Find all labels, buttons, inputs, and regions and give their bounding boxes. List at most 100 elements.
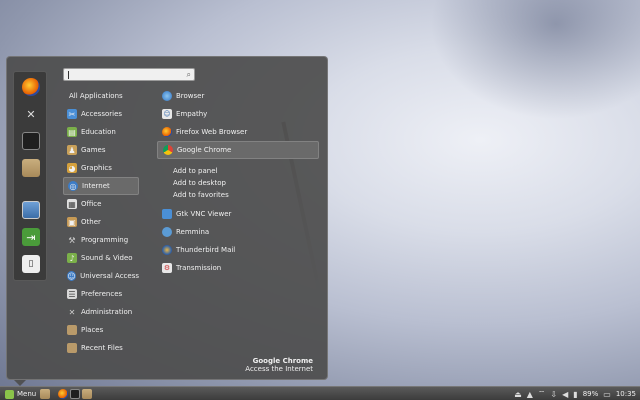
vnc-icon bbox=[162, 209, 172, 219]
internet-icon: ◎ bbox=[68, 181, 78, 191]
search-icon[interactable]: ⌕ bbox=[187, 70, 191, 80]
app-label: Remmina bbox=[176, 228, 210, 236]
category-label: Office bbox=[81, 200, 102, 208]
category-label: Universal Access bbox=[80, 272, 139, 280]
category-label: Other bbox=[81, 218, 101, 226]
recent-files-icon bbox=[67, 343, 77, 353]
selected-app-description: Access the Internet bbox=[245, 365, 313, 373]
user-icon[interactable]: ⏏ bbox=[514, 390, 522, 399]
add-to-desktop-button[interactable]: Add to desktop bbox=[157, 177, 319, 189]
category-education[interactable]: ▤ Education bbox=[63, 123, 139, 141]
app-label: Gtk VNC Viewer bbox=[176, 210, 232, 218]
category-graphics[interactable]: ◕ Graphics bbox=[63, 159, 139, 177]
category-label: Games bbox=[81, 146, 106, 154]
graphics-icon: ◕ bbox=[67, 163, 77, 173]
app-label: Firefox Web Browser bbox=[176, 128, 248, 136]
folder-icon[interactable] bbox=[22, 159, 40, 177]
category-label: Internet bbox=[82, 182, 110, 190]
app-gtk-vnc-viewer[interactable]: Gtk VNC Viewer bbox=[157, 205, 319, 223]
category-label: Recent Files bbox=[81, 344, 123, 352]
category-label: Graphics bbox=[81, 164, 112, 172]
preferences-icon: ☰ bbox=[67, 289, 77, 299]
category-other[interactable]: ▣ Other bbox=[63, 213, 139, 231]
folder-icon[interactable] bbox=[40, 389, 50, 399]
firefox-icon bbox=[162, 127, 172, 137]
bottom-panel: Menu ⏏ ▲ ⌔ ⇩ ◀ ▮ 89% ▭ 10:35 bbox=[0, 386, 640, 400]
office-icon: ▦ bbox=[67, 199, 77, 209]
text-cursor bbox=[68, 71, 69, 79]
category-places[interactable]: Places bbox=[63, 321, 139, 339]
battery-icon[interactable]: ▮ bbox=[573, 390, 577, 399]
other-icon: ▣ bbox=[67, 217, 77, 227]
category-administration[interactable]: ✕ Administration bbox=[63, 303, 139, 321]
universal-access-icon: ☺ bbox=[67, 271, 77, 281]
add-to-favorites-button[interactable]: Add to favorites bbox=[157, 189, 319, 201]
app-label: Google Chrome bbox=[177, 146, 232, 154]
app-browser[interactable]: Browser bbox=[157, 87, 319, 105]
app-label: Transmission bbox=[176, 264, 222, 272]
search-input[interactable]: ⌕ bbox=[63, 68, 195, 81]
remmina-icon bbox=[162, 227, 172, 237]
selected-app-info: Google Chrome Access the Internet bbox=[245, 357, 313, 373]
download-icon[interactable]: ⇩ bbox=[550, 390, 557, 399]
wallpaper-shade bbox=[430, 0, 640, 120]
category-label: Administration bbox=[81, 308, 133, 316]
tools-icon[interactable]: ✕ bbox=[22, 105, 40, 123]
lock-icon[interactable]: ▯ bbox=[22, 255, 40, 273]
battery-percent[interactable]: 89% bbox=[583, 390, 599, 398]
browser-icon bbox=[162, 91, 172, 101]
logout-icon[interactable]: ⇥ bbox=[22, 228, 40, 246]
category-label: Sound & Video bbox=[81, 254, 133, 262]
category-sound-video[interactable]: ♪ Sound & Video bbox=[63, 249, 139, 267]
mint-logo-icon bbox=[5, 389, 14, 399]
category-label: Preferences bbox=[81, 290, 123, 298]
add-to-panel-button[interactable]: Add to panel bbox=[157, 165, 319, 177]
notification-icon[interactable]: ▲ bbox=[527, 390, 533, 399]
administration-icon: ✕ bbox=[68, 307, 76, 317]
accessories-icon: ✂ bbox=[67, 109, 77, 119]
network-icon[interactable]: ⌔ bbox=[538, 389, 546, 399]
terminal-icon[interactable] bbox=[70, 389, 80, 399]
category-games[interactable]: ♟ Games bbox=[63, 141, 139, 159]
thunderbird-icon bbox=[162, 245, 172, 255]
category-recent-files[interactable]: Recent Files bbox=[63, 339, 139, 357]
app-remmina[interactable]: Remmina bbox=[157, 223, 319, 241]
application-list: Browser ☺ Empathy Firefox Web Browser Goo… bbox=[157, 87, 319, 277]
transmission-icon: ⚙ bbox=[162, 263, 172, 273]
folder-icon[interactable] bbox=[82, 389, 92, 399]
empathy-icon: ☺ bbox=[162, 109, 172, 119]
app-label: Empathy bbox=[176, 110, 208, 118]
volume-icon[interactable]: ◀ bbox=[562, 390, 568, 399]
category-universal-access[interactable]: ☺ Universal Access bbox=[63, 267, 139, 285]
display-icon[interactable]: ▭ bbox=[603, 390, 611, 399]
category-label: All Applications bbox=[69, 92, 123, 100]
menu-button-label: Menu bbox=[17, 390, 37, 398]
category-accessories[interactable]: ✂ Accessories bbox=[63, 105, 139, 123]
menu-button[interactable]: Menu bbox=[2, 388, 39, 400]
firefox-icon[interactable] bbox=[58, 389, 68, 399]
firefox-icon[interactable] bbox=[22, 78, 40, 96]
category-label: Education bbox=[81, 128, 116, 136]
display-icon[interactable] bbox=[22, 201, 40, 219]
category-all-applications[interactable]: All Applications bbox=[63, 87, 139, 105]
category-preferences[interactable]: ☰ Preferences bbox=[63, 285, 139, 303]
games-icon: ♟ bbox=[67, 145, 77, 155]
app-firefox[interactable]: Firefox Web Browser bbox=[157, 123, 319, 141]
selected-app-name: Google Chrome bbox=[252, 357, 313, 365]
app-thunderbird[interactable]: Thunderbird Mail bbox=[157, 241, 319, 259]
clock[interactable]: 10:35 bbox=[616, 390, 636, 398]
system-tray: ⏏ ▲ ⌔ ⇩ ◀ ▮ 89% ▭ 10:35 bbox=[514, 388, 636, 400]
app-transmission[interactable]: ⚙ Transmission bbox=[157, 259, 319, 277]
chrome-icon bbox=[163, 145, 173, 155]
sound-video-icon: ♪ bbox=[67, 253, 77, 263]
app-empathy[interactable]: ☺ Empathy bbox=[157, 105, 319, 123]
category-label: Accessories bbox=[81, 110, 123, 118]
category-programming[interactable]: ⚒ Programming bbox=[63, 231, 139, 249]
app-google-chrome[interactable]: Google Chrome bbox=[157, 141, 319, 159]
category-office[interactable]: ▦ Office bbox=[63, 195, 139, 213]
app-label: Browser bbox=[176, 92, 205, 100]
category-internet[interactable]: ◎ Internet bbox=[63, 177, 139, 195]
terminal-icon[interactable] bbox=[22, 132, 40, 150]
app-label: Thunderbird Mail bbox=[176, 246, 236, 254]
education-icon: ▤ bbox=[67, 127, 77, 137]
